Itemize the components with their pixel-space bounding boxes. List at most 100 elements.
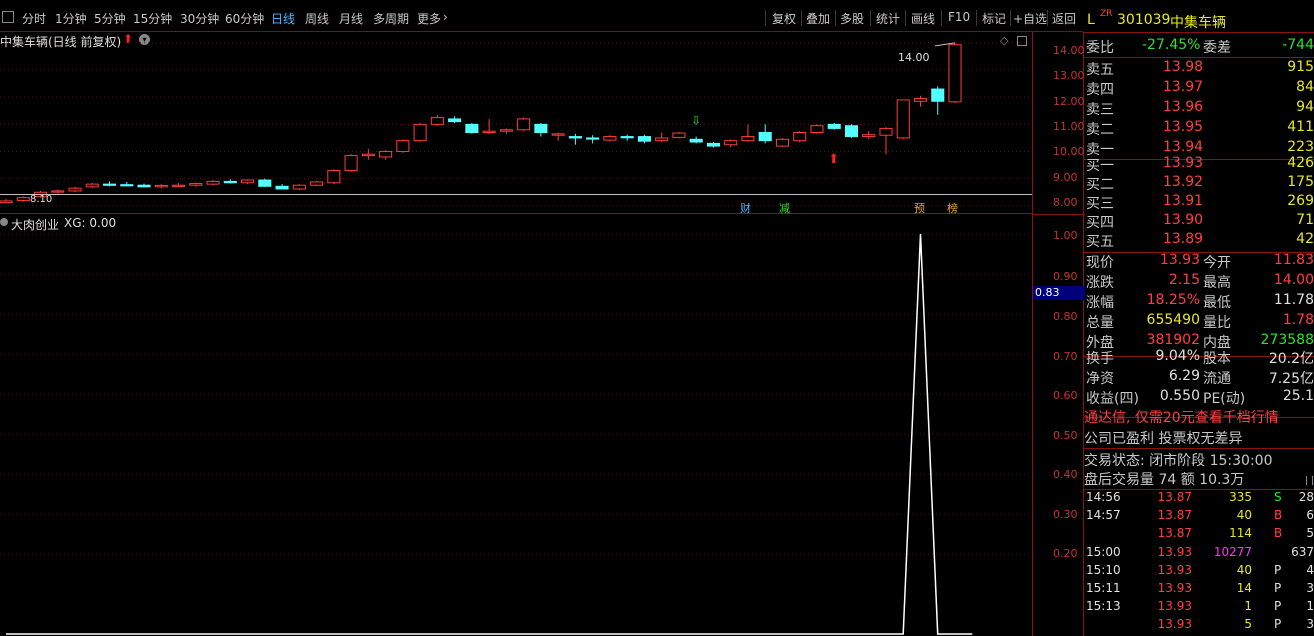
candle-body[interactable] xyxy=(465,123,479,134)
tick-row[interactable]: 13.93 5 P 3 xyxy=(1084,617,1314,635)
candle-body[interactable] xyxy=(379,151,393,158)
candle-body[interactable] xyxy=(310,181,324,186)
candle-body[interactable] xyxy=(51,190,65,193)
candle-body[interactable] xyxy=(448,118,462,123)
candle-body[interactable] xyxy=(396,140,410,153)
period-tab-5min[interactable]: 5分钟 xyxy=(94,10,126,27)
promo-banner[interactable]: 通达信, 仅需20元查看千档行情 xyxy=(1084,407,1314,427)
ask-row[interactable]: 卖五 13.98 915 xyxy=(1084,59,1314,79)
candle-body[interactable] xyxy=(206,180,220,185)
mark-button[interactable]: 标记 xyxy=(982,10,1006,27)
multi-stock-button[interactable]: 多股 xyxy=(840,10,864,27)
indicator-chart[interactable]: 大肉创业 XG: 0.00 xyxy=(0,214,1032,636)
ask-row[interactable]: 卖四 13.97 84 xyxy=(1084,79,1314,99)
period-tab-1min[interactable]: 1分钟 xyxy=(55,10,87,27)
candle-body[interactable] xyxy=(0,200,13,204)
candle-body[interactable] xyxy=(637,136,651,142)
tick-row[interactable]: 15:11 13.93 14 P 3 xyxy=(1084,581,1314,599)
candle-body[interactable] xyxy=(706,142,720,147)
candle-body[interactable] xyxy=(172,184,186,187)
candle-body[interactable] xyxy=(620,136,634,139)
candle-body[interactable] xyxy=(827,123,841,129)
candle-body[interactable] xyxy=(137,184,151,188)
candle-body[interactable] xyxy=(189,183,203,186)
candle-body[interactable] xyxy=(85,183,99,188)
candle-body[interactable] xyxy=(102,183,117,186)
fuquan-button[interactable]: 复权 xyxy=(772,10,796,27)
candle-body[interactable] xyxy=(741,136,755,142)
candle-body[interactable] xyxy=(689,138,703,143)
overlay-button[interactable]: 叠加 xyxy=(806,10,830,27)
candle-body[interactable] xyxy=(603,136,617,141)
candle-body[interactable] xyxy=(724,140,738,146)
bid-row[interactable]: 买三 13.91 269 xyxy=(1084,193,1314,213)
bid-row[interactable]: 买一 13.93 426 xyxy=(1084,155,1314,175)
bar-chart-icon[interactable] xyxy=(1306,476,1313,485)
candle-body[interactable] xyxy=(499,129,513,132)
period-tab-multi[interactable]: 多周期 xyxy=(373,10,409,27)
tick-row[interactable]: 15:00 13.93 10277 637 xyxy=(1084,545,1314,563)
candle-body[interactable] xyxy=(258,179,272,187)
candle-body[interactable] xyxy=(931,88,945,102)
bid-row[interactable]: 买四 13.90 71 xyxy=(1084,212,1314,232)
candle-body[interactable] xyxy=(775,138,789,147)
candle-body[interactable] xyxy=(413,123,427,142)
add-watchlist-button[interactable]: +自选 xyxy=(1013,10,1047,27)
candle-body[interactable] xyxy=(482,130,496,134)
candle-body[interactable] xyxy=(810,125,824,134)
period-tab-fenshi[interactable]: 分时 xyxy=(22,10,46,27)
stat-label: 今开 xyxy=(1203,255,1231,271)
candle-body[interactable] xyxy=(68,187,82,192)
candle-body[interactable] xyxy=(568,136,582,139)
period-tab-more[interactable]: 更多 xyxy=(417,10,441,27)
tick-row[interactable]: 14:56 13.87 335 S 28 xyxy=(1084,490,1314,508)
candle-body[interactable] xyxy=(327,170,341,184)
candle-body[interactable] xyxy=(120,184,134,187)
candle-body[interactable] xyxy=(275,185,289,190)
menu-square-icon[interactable] xyxy=(2,11,14,23)
period-tab-monthly[interactable]: 月线 xyxy=(339,10,363,27)
candle-body[interactable] xyxy=(896,99,910,139)
tick-row[interactable]: 15:10 13.93 40 P 4 xyxy=(1084,563,1314,581)
candle-body[interactable] xyxy=(758,132,772,142)
candle-body[interactable] xyxy=(344,155,358,172)
candle-body[interactable] xyxy=(551,133,565,136)
candle-body[interactable] xyxy=(517,118,531,131)
period-tab-30min[interactable]: 30分钟 xyxy=(180,10,219,27)
candle-body[interactable] xyxy=(913,98,928,102)
candle-body[interactable] xyxy=(844,125,859,138)
ask-row[interactable]: 卖二 13.95 411 xyxy=(1084,119,1314,139)
tick-row[interactable]: 15:13 13.93 1 P 1 xyxy=(1084,599,1314,617)
candle-body[interactable] xyxy=(430,117,444,125)
ask-row[interactable]: 卖三 13.96 94 xyxy=(1084,99,1314,119)
candle-body[interactable] xyxy=(948,44,962,103)
statistics-button[interactable]: 统计 xyxy=(876,10,900,27)
candle-body[interactable] xyxy=(223,180,237,184)
bid-row[interactable]: 买五 13.89 42 xyxy=(1084,231,1314,251)
f10-button[interactable]: F10 xyxy=(948,10,970,24)
back-button[interactable]: 返回 xyxy=(1052,10,1076,27)
candle-body[interactable] xyxy=(655,137,669,142)
candle-body[interactable] xyxy=(862,134,876,138)
draw-line-button[interactable]: 画线 xyxy=(911,10,935,27)
period-tab-weekly[interactable]: 周线 xyxy=(305,10,329,27)
kline-chart[interactable]: 中集车辆(日线 前复权) ⬆ ▾ ◇ ⇩ ⬆ 14.00 8.10 财 减 预 榜 xyxy=(0,32,1032,215)
candle-body[interactable] xyxy=(292,184,306,190)
period-tab-60min[interactable]: 60分钟 xyxy=(225,10,264,27)
candle-body[interactable] xyxy=(241,179,255,184)
candle-body[interactable] xyxy=(672,132,686,138)
candle-body[interactable] xyxy=(154,184,168,188)
tick-row[interactable]: 14:57 13.87 40 B 6 xyxy=(1084,508,1314,526)
chevron-right-icon[interactable]: › xyxy=(443,10,448,24)
stock-header[interactable]: L ZR 301039 中集车辆 xyxy=(1084,10,1314,32)
period-tab-daily[interactable]: 日线 xyxy=(271,10,295,27)
candle-body[interactable] xyxy=(534,123,548,134)
period-tab-15min[interactable]: 15分钟 xyxy=(133,10,172,27)
candle-body[interactable] xyxy=(586,137,600,140)
candle-body[interactable] xyxy=(879,127,893,136)
bid-row[interactable]: 买二 13.92 175 xyxy=(1084,174,1314,194)
candle-body[interactable] xyxy=(793,132,807,142)
candle-body[interactable] xyxy=(16,197,30,201)
tick-row[interactable]: 13.87 114 B 5 xyxy=(1084,526,1314,544)
candle-body[interactable] xyxy=(361,153,375,157)
